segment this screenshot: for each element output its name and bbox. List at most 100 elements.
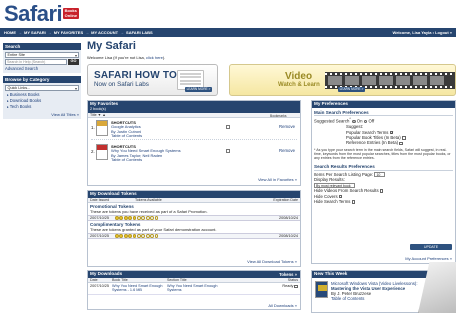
video-banner[interactable]: Video Watch & Learn LEARN MORE >	[229, 64, 456, 96]
sidebar: Search Entire Site Search in Help (Searc…	[3, 43, 81, 119]
tokens-link[interactable]: Tokens »	[279, 272, 297, 278]
welcome-user: Welcome, Lisa Yayla	[392, 30, 432, 35]
promo-token-row: 2007/10/25 2008/10/24	[88, 215, 300, 221]
token-circle-icon	[150, 216, 154, 220]
search-prefs-heading: Main Search Preferences	[314, 110, 453, 117]
safari-logo[interactable]: Safari Books Online	[4, 2, 79, 26]
toc-link[interactable]: Table of Contents	[111, 157, 142, 162]
popular-terms-checkbox[interactable]	[389, 130, 394, 135]
token-circle-icon	[119, 216, 124, 220]
token-circle-icon	[123, 234, 128, 238]
remove-favorite-link[interactable]: Remove	[279, 148, 295, 153]
book-cover[interactable]	[96, 144, 108, 160]
account-preferences-link[interactable]: My Account Preferences »	[405, 256, 452, 261]
token-circles	[115, 234, 159, 238]
quick-links-select[interactable]: Quick Links...	[5, 85, 79, 91]
token-circle-icon	[150, 234, 154, 238]
downloads-header: My Downloads Tokens »	[88, 271, 300, 278]
download-section-link[interactable]: Why You Need Smart Enough Systems	[167, 284, 227, 293]
favorites-column-header: Title ▼ ▲ Notes & Bookmarks	[88, 111, 300, 118]
update-preferences-button[interactable]: UPDATE PREFERENCES »	[410, 244, 452, 255]
nav-my-account[interactable]: MY ACCOUNT	[91, 30, 118, 35]
search-heading: Search	[3, 43, 81, 50]
book-cover[interactable]	[315, 281, 328, 298]
advanced-search-link[interactable]: Advanced Search	[5, 66, 79, 71]
nav-arrow-icon: →	[120, 30, 125, 35]
token-circle-icon	[141, 234, 146, 238]
banner-subtitle: Now on Safari Labs	[94, 81, 149, 88]
view-all-favorites-link[interactable]: View All in Favorites »	[258, 177, 297, 182]
top-navigation: HOME → MY SAFARI → MY FAVORITES → MY ACC…	[0, 28, 456, 37]
bookmark-checkbox[interactable]	[226, 149, 230, 153]
new-book-toc-link[interactable]: Table of Contents	[331, 296, 364, 301]
banner-title: SAFARI HOW TO	[94, 70, 177, 81]
hide-terms-checkbox[interactable]	[351, 199, 356, 204]
category-tech-books[interactable]: Tech Books	[7, 104, 79, 110]
book-cover[interactable]	[96, 120, 108, 136]
safari-howto-banner[interactable]: SAFARI HOW TO Now on Safari Labs LEARN M…	[87, 64, 218, 96]
token-circle-icon	[128, 234, 132, 238]
all-downloads-link[interactable]: All Downloads »	[268, 303, 297, 308]
nav-arrow-icon: →	[47, 30, 52, 35]
token-circle-icon	[154, 234, 159, 238]
search-scope-select[interactable]: Entire Site	[5, 52, 79, 58]
token-circle-icon	[136, 216, 141, 220]
download-row: 2007/10/25 Why You Need Smart Enough Sys…	[88, 283, 300, 295]
token-circle-icon	[128, 216, 132, 220]
download-book-link[interactable]: Why You Need Smart Enough Systems - 1.6 …	[112, 284, 167, 293]
suggest-note: * As you type your search term in the ma…	[314, 147, 451, 161]
view-all-tokens-link[interactable]: View All Download Tokens »	[247, 259, 297, 264]
comp-tokens-desc: These are tokens granted as part of your…	[90, 227, 217, 232]
token-circle-icon	[154, 216, 159, 220]
nav-home[interactable]: HOME	[4, 30, 16, 35]
download-tokens-panel: My Download Tokens Date Issued Tokens Av…	[87, 190, 301, 267]
downloads-panel: My Downloads Tokens » Date Book Title Se…	[87, 270, 301, 310]
download-status: Ready	[282, 284, 294, 288]
nav-user-area: Welcome, Lisa Yayla • Logout »	[392, 30, 452, 35]
title-sort-header[interactable]: Title ▼ ▲	[90, 113, 106, 117]
favorite-item: 1. SHORTCUTS Google Analytics By Justin …	[91, 119, 295, 139]
browse-heading: Browse by Category	[3, 76, 81, 83]
logo-badge: Books Online	[63, 8, 79, 19]
results-prefs-heading: Search Results Preferences	[314, 164, 453, 171]
token-circles	[115, 216, 159, 220]
hide-videos-checkbox[interactable]	[379, 189, 384, 193]
nav-my-favorites[interactable]: MY FAVORITES	[54, 30, 83, 35]
preferences-panel: My Preferences Main Search Preferences S…	[311, 100, 456, 264]
banner-video-subtitle: Watch & Learn	[278, 82, 320, 88]
token-circle-icon	[119, 234, 124, 238]
nav-arrow-icon: →	[18, 30, 22, 35]
search-go-button[interactable]: GO	[68, 59, 79, 65]
suggest-off-radio[interactable]	[363, 119, 368, 124]
logout-link[interactable]: Logout »	[435, 30, 452, 35]
search-input[interactable]: Search in Help (Search)	[5, 59, 67, 65]
token-circle-icon	[123, 216, 128, 220]
remove-favorite-link[interactable]: Remove	[279, 124, 295, 129]
page-title: My Safari	[87, 40, 136, 52]
token-circle-icon	[141, 216, 146, 220]
popular-titles-checkbox[interactable]	[401, 136, 406, 140]
banner-video-title: Video	[285, 71, 313, 82]
hide-covers-checkbox[interactable]	[338, 194, 343, 199]
nav-safari-labs[interactable]: SAFARI LABS	[126, 30, 153, 35]
display-results-select[interactable]: By most relevant book	[314, 183, 356, 189]
favorite-item: 2. SHORTCUTS Why You Need Smart Enough S…	[91, 143, 295, 163]
suggest-on-radio[interactable]	[351, 119, 356, 124]
token-circle-icon	[132, 216, 137, 220]
learn-more-button[interactable]: LEARN MORE >	[338, 87, 365, 92]
reference-entries-checkbox[interactable]	[399, 141, 403, 146]
comp-token-row: 2007/10/25 2008/10/24	[88, 233, 300, 239]
not-user-link[interactable]: click here	[146, 55, 163, 60]
search-box: Entire Site Search in Help (Search) GO A…	[3, 50, 81, 73]
view-all-titles-link[interactable]: View All Titles »	[5, 112, 79, 117]
nav-my-safari[interactable]: MY SAFARI	[24, 30, 46, 35]
token-circle-icon	[145, 216, 150, 220]
learn-more-button[interactable]: LEARN MORE >	[185, 87, 212, 92]
toc-link[interactable]: Table of Contents	[111, 133, 142, 138]
token-circle-icon	[145, 234, 150, 238]
download-checkbox[interactable]	[294, 284, 298, 289]
items-per-page-select[interactable]: 10	[374, 172, 385, 178]
favorites-header: My Favorites 2 book(s)	[88, 101, 300, 113]
promo-tokens-desc: These are tokens you have received as pa…	[90, 209, 208, 214]
bookmark-checkbox[interactable]	[226, 125, 230, 129]
